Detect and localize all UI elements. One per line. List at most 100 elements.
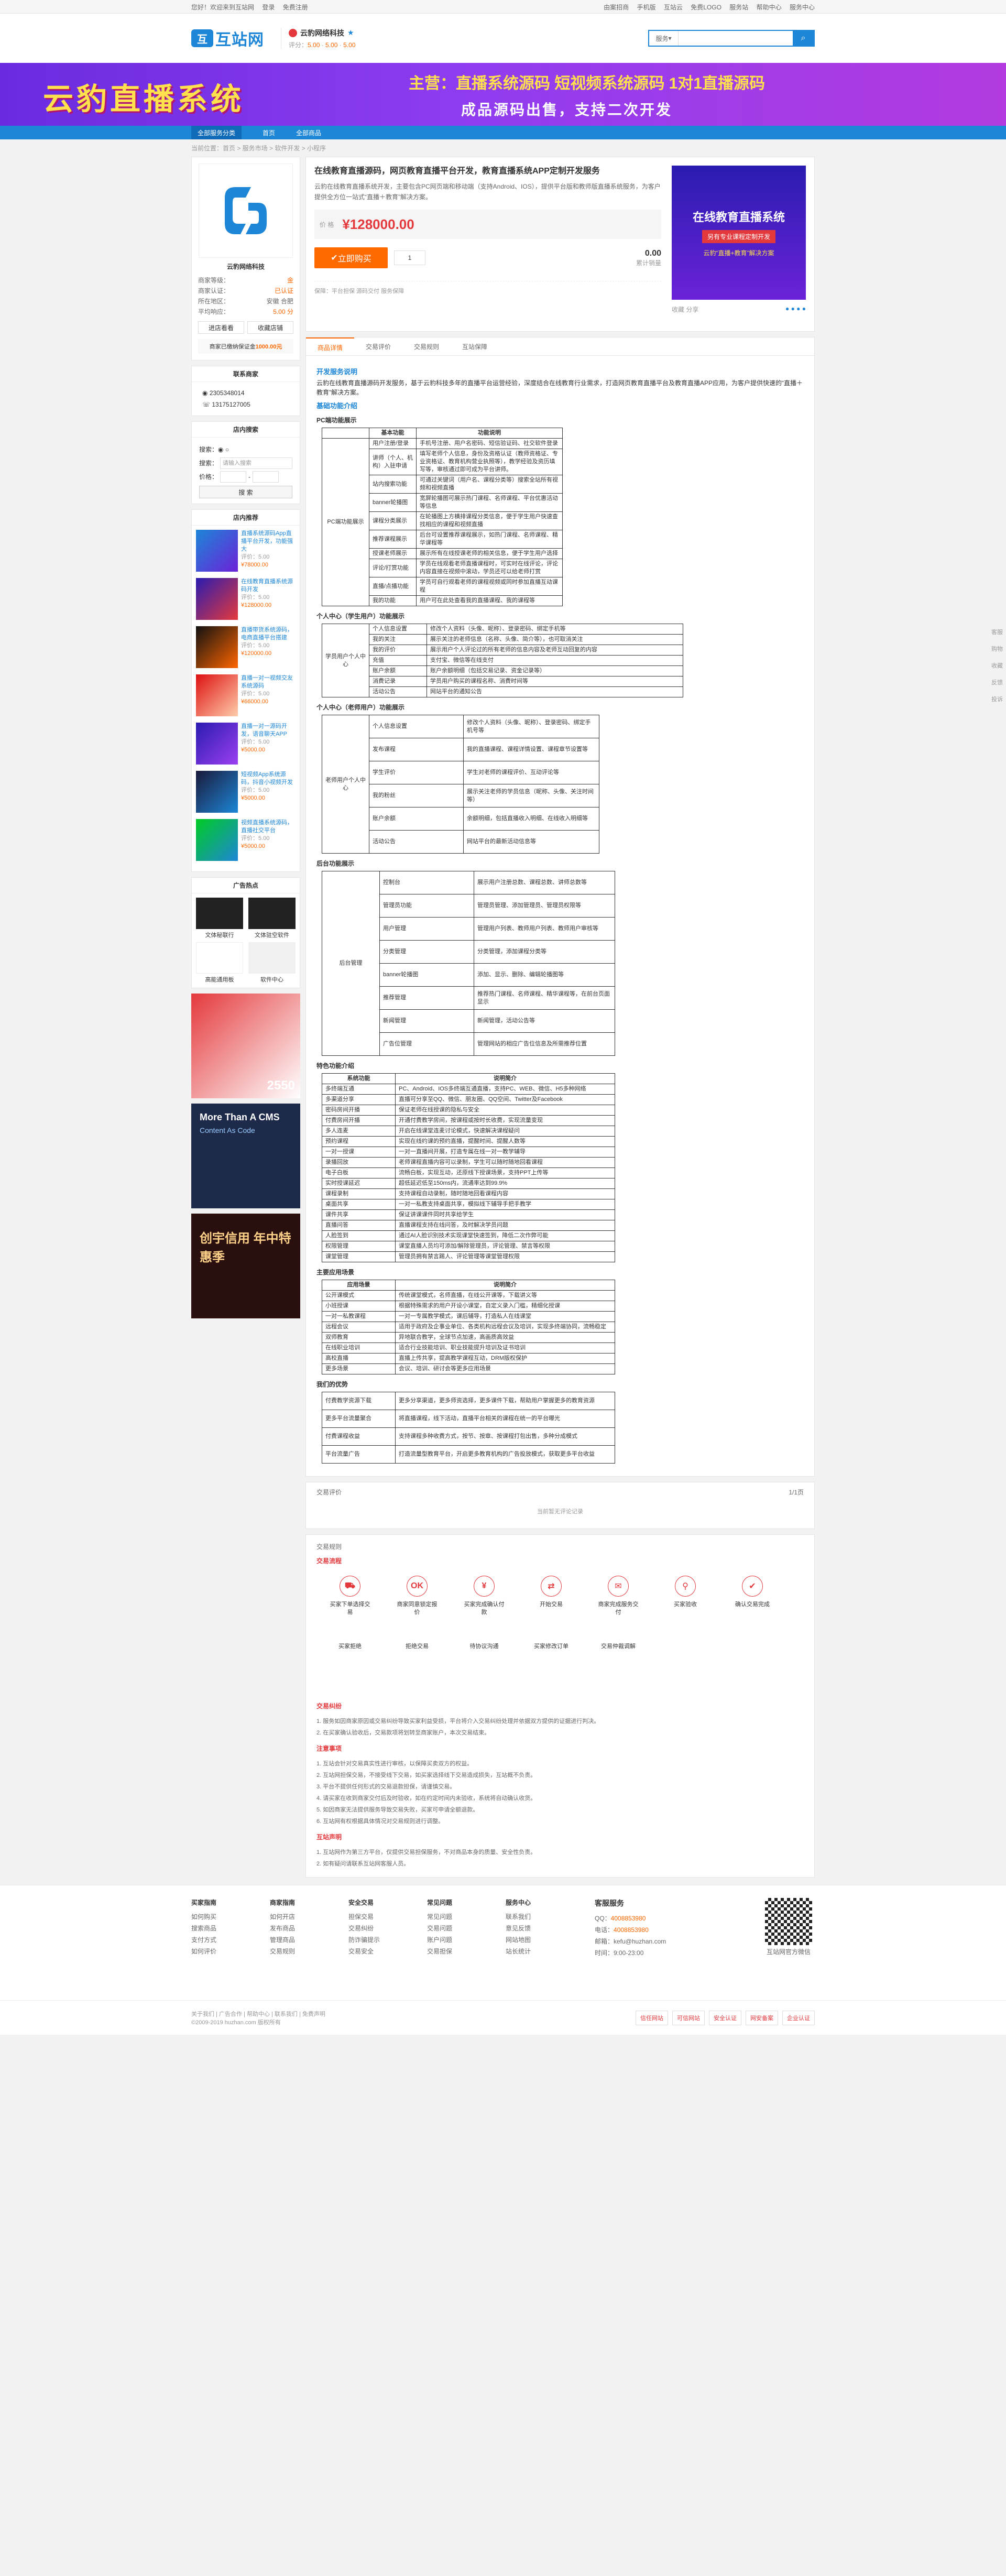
empty-comments: 当前暂无评论记录 (537, 1509, 583, 1515)
check-icon: ✔ (742, 1576, 763, 1597)
shop-search-button[interactable]: 搜 索 (199, 486, 292, 498)
hot-item[interactable]: 直播一对一源码开发，语音聊天APP 评价：5.00 ¥5000.00 (196, 723, 296, 765)
hot-item[interactable]: 短视频App系统源码，抖音小视频开发 评价：5.00 ¥5000.00 (196, 771, 296, 813)
tab-rules[interactable]: 交易规则 (402, 337, 451, 355)
hot-item[interactable]: 视频直播系统源码，直播社交平台 评价：5.00 ¥5000.00 (196, 819, 296, 861)
top-link[interactable]: 服务中心 (790, 4, 815, 11)
keyword-input[interactable]: 请输入搜索 (220, 457, 292, 469)
ad-item[interactable]: 高能通用板 (196, 942, 243, 984)
price-box: 价 格 ¥128000.00 (314, 210, 661, 239)
shop-response-row: 平均响应： 5.00 分 (198, 308, 293, 315)
site-logo[interactable]: 互 互站网 (191, 27, 264, 50)
buy-now-button[interactable]: ✔ 立即购买 (314, 247, 388, 268)
quantity-stepper[interactable]: 1 (394, 250, 425, 265)
shop-name[interactable]: 云豹网络科技 (300, 28, 344, 38)
footer-col: 安全交易 担保交易 交易纠纷 防诈骗提示 交易安全 (348, 1899, 380, 1955)
float-feedback[interactable]: 反馈 (988, 679, 1006, 686)
search-scope-select[interactable]: 服务 ▾ (649, 31, 679, 46)
float-service[interactable]: 客服 (988, 629, 1006, 636)
search-icon: ⌕ (801, 34, 806, 42)
shop-area-row: 所在地区： 安徽 合肥 (198, 298, 293, 305)
product-image[interactable]: 在线教育直播系统 另有专业课程定制开发 云豹“直播+教育”解决方案 (672, 166, 806, 300)
copyright: ©2009-2019 huzhan.com 版权所有 (191, 2020, 281, 2026)
product-ops[interactable]: 收藏 分享 ● ● ● ● (672, 305, 806, 314)
share-icon[interactable]: ● ● ● ● (785, 305, 806, 314)
ad-thumb (196, 942, 243, 974)
rules-title: 交易规则 (316, 1543, 342, 1551)
hot-products: 店内推荐 直播系统源码App直播平台开发，功能强大 评价：5.00 ¥78000.0… (191, 509, 300, 872)
flow-step: 买家拒绝 (338, 1643, 362, 1650)
search-bar: 服务 ▾ ⌕ (648, 30, 815, 47)
hot-thumb (196, 626, 238, 668)
hot-item[interactable]: 直播一对一视频交友系统源码 评价：5.00 ¥66000.00 (196, 674, 296, 716)
shop-search-box: 店内搜索 搜索：◉ ○ 搜索： 请输入搜索 价格： - 搜 索 (191, 421, 300, 504)
pc-table: 基本功能 功能说明 PC端功能展示 用户注册/登录 手机号注册、用户名密码、短信验证码… (322, 428, 563, 606)
detail-paragraph: 云豹在线教育直播源码开发服务，基于云豹科技多年的直播平台运营经验，深度结合在线教… (316, 379, 803, 396)
check-icon: ✔ (331, 254, 338, 263)
trust-badges: 信任网站 可信网站 安全认证 网安备案 企业认证 (636, 2011, 815, 2025)
search-input[interactable] (679, 31, 793, 46)
search-button[interactable]: ⌕ (793, 31, 814, 46)
comments-box: 交易评价 1/1页 当前暂无评论记录 (305, 1482, 815, 1529)
trust-badge[interactable]: 企业认证 (782, 2011, 815, 2025)
trust-badge[interactable]: 信任网站 (636, 2011, 668, 2025)
sales-count: 0.00 累计销量 (636, 248, 661, 267)
nav-item-home[interactable]: 首页 (263, 128, 275, 137)
phone-contact[interactable]: ☏ 13175127005 (202, 399, 289, 410)
logo-text: 互站网 (215, 31, 264, 49)
qq-contact[interactable]: ◉ 2305348014 (202, 387, 289, 399)
ad-banner-1[interactable]: 2550 (191, 994, 300, 1098)
top-link[interactable]: 由案招商 (604, 4, 629, 11)
footer-links[interactable]: 关于我们 | 广告合作 | 帮助中心 | 联系我们 | 免费声明 (191, 2010, 325, 2018)
admin-table: 后台管理 控制台 展示用户注册总数、课程总数、讲师总数等 管理员功能 管理员管理、添加… (322, 871, 615, 1056)
notes-title: 注意事项 (316, 1745, 342, 1752)
top-link[interactable]: 帮助中心 (757, 4, 782, 11)
trust-badge[interactable]: 网安备案 (746, 2011, 778, 2025)
tab-reviews[interactable]: 交易评价 (354, 337, 402, 355)
float-cart[interactable]: 购物 (988, 646, 1006, 653)
ad-item[interactable]: 文体驻空软件 (248, 898, 296, 939)
enter-shop-button[interactable]: 进店看看 (198, 321, 244, 334)
login-link[interactable]: 登录 (262, 4, 275, 11)
category-menu[interactable]: 全部服务分类 (191, 126, 242, 139)
tab-detail[interactable]: 商品详情 (306, 337, 355, 355)
product-price: ¥128000.00 (342, 216, 414, 232)
top-link[interactable]: 免费LOGO (691, 4, 721, 11)
ad-item[interactable]: 软件中心 (248, 942, 296, 984)
trust-badge[interactable]: 安全认证 (709, 2011, 741, 2025)
footer-col: 买家指南 如何购买 搜索商品 支付方式 如何评价 (191, 1899, 217, 1955)
top-link[interactable]: 手机版 (637, 4, 656, 11)
declaration-list: 1. 互站网作为第三方平台，仅提供交易担保服务，不对商品本身的质量、安全性负责。… (316, 1849, 537, 1867)
hot-item[interactable]: 直播系统源码App直播平台开发，功能强大 评价：5.00 ¥78000.00 (196, 530, 296, 572)
shop-logo[interactable] (199, 163, 293, 258)
ad-banner-2[interactable]: More Than A CMS Content As Code (191, 1104, 300, 1208)
shop-card: 云豹网络科技 商家等级：金 商家认证： 已认证 所在地区： 安徽 合肥 平均响应： 5… (191, 157, 300, 361)
shop-nav: 全部服务分类 首页 全部商品 (0, 126, 1006, 139)
ad-item[interactable]: 文体秘联行 (196, 898, 243, 939)
ads-box: 广告热点 文体秘联行 文体驻空软件 高能通用板 软件中心 (191, 877, 300, 988)
top-link[interactable]: 服务站 (729, 4, 748, 11)
flow-step: ¥ 买家完成确认付款 (451, 1570, 518, 1633)
radio-icon[interactable]: ◉ ○ (218, 446, 229, 453)
trust-badge[interactable]: 可信网站 (672, 2011, 705, 2025)
pay-icon: ¥ (474, 1576, 495, 1597)
pager[interactable]: 1/1页 (789, 1488, 804, 1497)
nav-item-all[interactable]: 全部商品 (296, 128, 321, 137)
float-favorite[interactable]: 收藏 (988, 662, 1006, 670)
flow-step: ⇄ 开始交易 (518, 1570, 585, 1633)
ad-banner-3[interactable]: 创宇信用 年中特惠季 (191, 1214, 300, 1318)
hot-title: 店内推荐 (192, 510, 300, 526)
ad-thumb (248, 942, 296, 974)
tab-guarantee[interactable]: 互站保障 (451, 337, 499, 355)
ok-icon: OK (407, 1576, 428, 1597)
hot-item[interactable]: 在线教育直播系统源码开发 评价：5.00 ¥128000.00 (196, 578, 296, 620)
favorite-shop-button[interactable]: 收藏店铺 (247, 321, 293, 334)
register-link[interactable]: 免费注册 (283, 4, 308, 11)
hot-item[interactable]: 直播带货系统源码，电商直播平台搭建 评价：5.00 ¥120000.00 (196, 626, 296, 668)
price-min-input[interactable] (220, 471, 247, 483)
price-max-input[interactable] (253, 471, 279, 483)
top-link[interactable]: 互站云 (664, 4, 683, 11)
guarantee-badge: 商家已缴纳保证金1000.00元 (198, 339, 293, 354)
shop-cert-row: 商家认证： 已认证 (198, 287, 293, 294)
float-complaint[interactable]: 投诉 (988, 696, 1006, 703)
